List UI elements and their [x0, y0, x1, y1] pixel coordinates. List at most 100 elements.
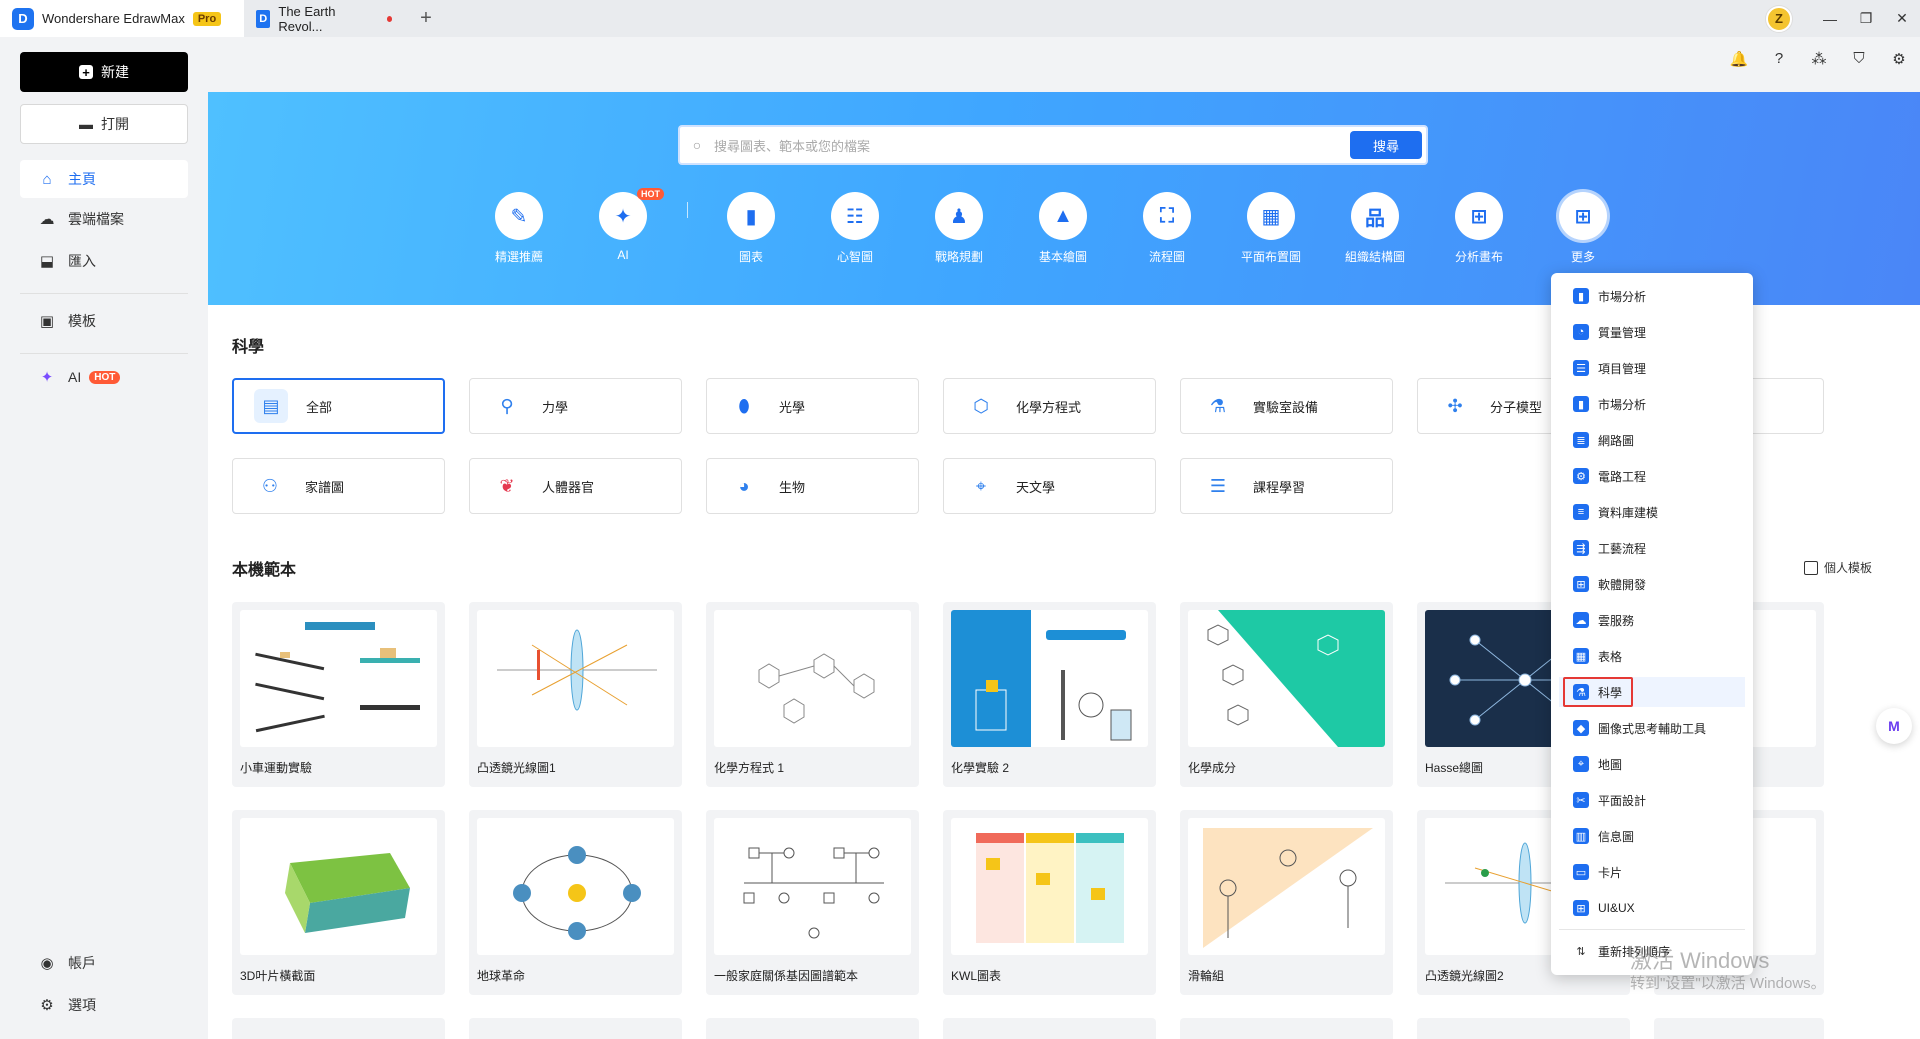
menu-item-database[interactable]: ≡ 資料庫建模: [1559, 497, 1745, 527]
category-basic[interactable]: ▲ 基本繪圖: [1013, 192, 1113, 265]
category-ai[interactable]: ✦ HOT AI: [573, 188, 673, 262]
restore-button[interactable]: ❐: [1848, 0, 1884, 37]
menu-item-quality[interactable]: ◔ 質量管理: [1559, 317, 1745, 347]
sidebar-item-label: 主頁: [68, 171, 96, 187]
template-card[interactable]: [1180, 1018, 1393, 1039]
top-toolbar: 🔔 ? ⁂ ⛉ ⚙: [1728, 50, 1910, 68]
menu-item-label: 電路工程: [1598, 469, 1647, 484]
template-card[interactable]: KWL圖表: [943, 810, 1156, 995]
minimize-button[interactable]: —: [1812, 0, 1848, 37]
menu-item-circuit[interactable]: ⚙ 電路工程: [1559, 461, 1745, 491]
sidebar-item-import[interactable]: ⬓ 匯入: [20, 242, 188, 280]
template-name: 地球革命: [477, 969, 526, 983]
template-card[interactable]: 凸透鏡光線圖1: [469, 602, 682, 787]
category-label: 平面布置圖: [1240, 250, 1301, 264]
sidebar-item-options[interactable]: ⚙ 選項: [20, 986, 188, 1024]
science-card-astronomy[interactable]: ⌖ 天文學: [943, 458, 1156, 514]
template-card[interactable]: 化學實驗 2: [943, 602, 1156, 787]
template-card[interactable]: [943, 1018, 1156, 1039]
template-card[interactable]: 小車運動實驗: [232, 602, 445, 787]
search-button[interactable]: 搜尋: [1350, 131, 1422, 159]
sidebar-item-templates[interactable]: ▣ 模板: [20, 302, 188, 340]
menu-item-network[interactable]: ≣ 網路圖: [1559, 425, 1745, 455]
category-more[interactable]: ⊞ 更多: [1533, 192, 1633, 265]
category-mindmap[interactable]: ☷ 心智圖: [805, 192, 905, 265]
science-title: 科學: [232, 339, 265, 356]
template-card[interactable]: 化學方程式 1: [706, 602, 919, 787]
ai-assistant-button[interactable]: M: [1876, 708, 1912, 744]
template-card[interactable]: [706, 1018, 919, 1039]
sidebar-item-cloud[interactable]: ☁ 雲端檔案: [20, 200, 188, 238]
menu-item-software[interactable]: ⊞ 軟體開發: [1559, 569, 1745, 599]
personal-templates-link[interactable]: 個人模板: [1803, 559, 1872, 576]
template-card[interactable]: 地球革命: [469, 810, 682, 995]
category-strategy[interactable]: ♟ 戰略規劃: [909, 192, 1009, 265]
mindmap-icon: ☷: [831, 192, 879, 240]
menu-item-label: 工藝流程: [1598, 541, 1647, 556]
template-card[interactable]: [1654, 1018, 1824, 1039]
search-input[interactable]: 搜尋圖表、範本或您的檔案: [714, 136, 1350, 155]
science-card-course[interactable]: ☰ 課程學習: [1180, 458, 1393, 514]
category-featured[interactable]: ✎ 精選推薦: [469, 192, 569, 265]
template-card[interactable]: [469, 1018, 682, 1039]
tab-document[interactable]: D The Earth Revol...: [244, 0, 404, 37]
category-flowchart[interactable]: ⛶ 流程圖: [1117, 192, 1217, 265]
category-label: 組織結構圖: [1344, 250, 1405, 264]
gear-icon[interactable]: ⚙: [1888, 50, 1910, 68]
shirt-icon[interactable]: ⛉: [1848, 50, 1870, 68]
sidebar-item-home[interactable]: ⌂ 主頁: [20, 160, 188, 198]
help-icon[interactable]: ?: [1768, 50, 1790, 68]
menu-item-graphic-design[interactable]: ✂ 平面設計: [1559, 785, 1745, 815]
menu-item-science[interactable]: ⚗ 科學: [1559, 677, 1745, 707]
menu-item-visual-thinking[interactable]: ◆ 圖像式思考輔助工具: [1559, 713, 1745, 743]
app-tab-label: Wondershare EdrawMax: [42, 11, 185, 26]
menu-item-uiux[interactable]: ⊞ UI&UX: [1559, 893, 1745, 923]
category-chart[interactable]: ▮ 圖表: [701, 192, 801, 265]
template-card[interactable]: 化學成分: [1180, 602, 1393, 787]
science-card-label: 課程學習: [1253, 479, 1306, 495]
close-button[interactable]: ✕: [1884, 0, 1920, 37]
category-orgchart[interactable]: 品 組織結構圖: [1325, 192, 1425, 265]
template-card[interactable]: 滑輪組: [1180, 810, 1393, 995]
science-card-biology[interactable]: ◕ 生物: [706, 458, 919, 514]
template-card[interactable]: [232, 1018, 445, 1039]
avatar[interactable]: Z: [1766, 5, 1792, 32]
template-card[interactable]: 3D叶片橫截面: [232, 810, 445, 995]
category-label: 分析畫布: [1454, 250, 1503, 264]
menu-item-project[interactable]: ☰ 項目管理: [1559, 353, 1745, 383]
process-icon: ⇶: [1573, 540, 1589, 556]
science-card-lab[interactable]: ⚗ 實驗室設備: [1180, 378, 1393, 434]
sidebar-item-account[interactable]: ◉ 帳戶: [20, 944, 188, 982]
science-card-label: 天文學: [1016, 479, 1056, 495]
open-button[interactable]: ▬ 打開: [20, 104, 188, 144]
science-card-mechanics[interactable]: ⚲ 力學: [469, 378, 682, 434]
science-card-organs[interactable]: ❦ 人體器官: [469, 458, 682, 514]
menu-item-process[interactable]: ⇶ 工藝流程: [1559, 533, 1745, 563]
apps-icon[interactable]: ⁂: [1808, 50, 1830, 68]
science-card-all[interactable]: ▤ 全部: [232, 378, 445, 434]
template-card[interactable]: [1417, 1018, 1630, 1039]
tab-edrawmax[interactable]: D Wondershare EdrawMax Pro: [0, 0, 244, 37]
science-card-optics[interactable]: ⬮ 光學: [706, 378, 919, 434]
menu-item-market-analysis-2[interactable]: ▮ 市場分析: [1559, 389, 1745, 419]
menu-item-table[interactable]: ▦ 表格: [1559, 641, 1745, 671]
menu-item-map[interactable]: ⌖ 地圖: [1559, 749, 1745, 779]
menu-item-cloud-service[interactable]: ☁ 雲服務: [1559, 605, 1745, 635]
microscope-icon: ⚗: [1209, 395, 1227, 416]
menu-item-card[interactable]: ▭ 卡片: [1559, 857, 1745, 887]
sidebar-item-ai[interactable]: ✦ AI HOT: [20, 358, 188, 396]
template-card[interactable]: 一般家庭關係基因圖譜範本: [706, 810, 919, 995]
science-card-chemistry[interactable]: ⬡ 化學方程式: [943, 378, 1156, 434]
template-name: 凸透鏡光線圖2: [1425, 969, 1504, 983]
template-name: 小車運動實驗: [240, 761, 313, 775]
menu-item-infographic[interactable]: ▥ 信息圖: [1559, 821, 1745, 851]
bell-icon[interactable]: 🔔: [1728, 50, 1750, 68]
add-tab-button[interactable]: +: [410, 3, 442, 35]
category-canvas[interactable]: ⊞ 分析畫布: [1429, 192, 1529, 265]
menu-item-market-analysis[interactable]: ▮ 市場分析: [1559, 281, 1745, 311]
science-card-family-tree[interactable]: ⚇ 家譜圖: [232, 458, 445, 514]
more-grid-icon: ⊞: [1559, 192, 1607, 240]
network-icon: ≣: [1573, 432, 1589, 448]
new-button[interactable]: + 新建: [20, 52, 188, 92]
category-floorplan[interactable]: ▦ 平面布置圖: [1221, 192, 1321, 265]
